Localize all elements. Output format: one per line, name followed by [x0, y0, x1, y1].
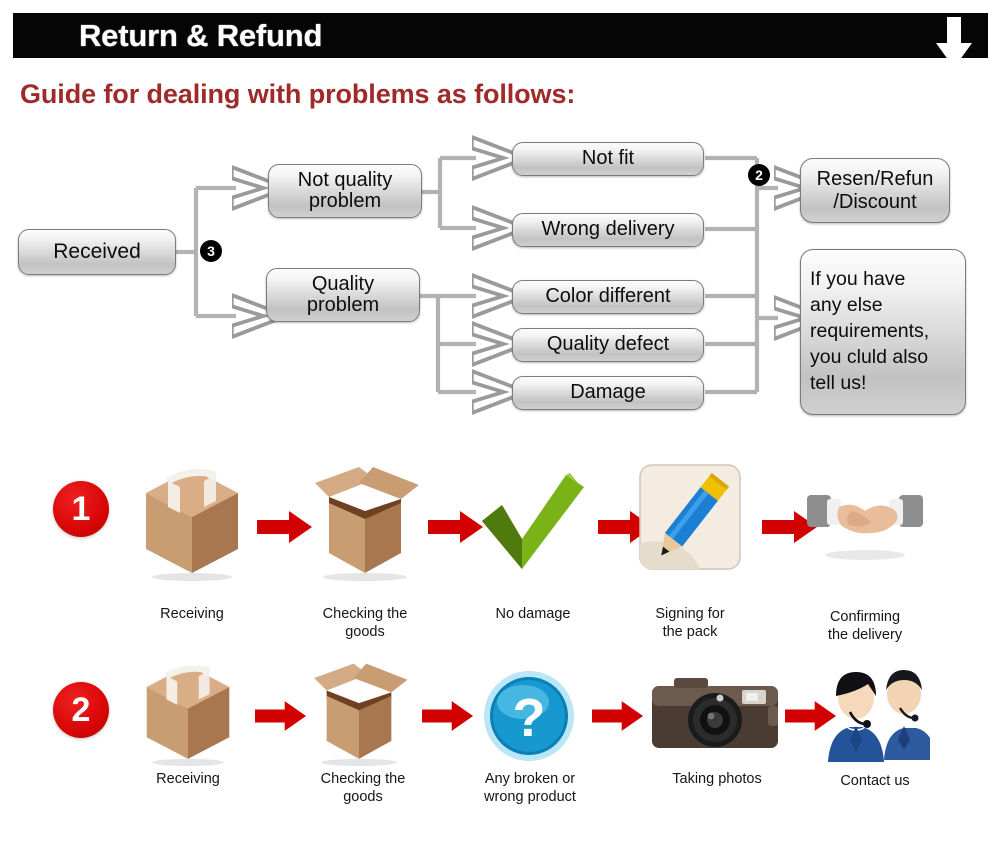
step-arrow-icon [592, 701, 644, 731]
step-2-item-1-label: Receiving [156, 771, 220, 787]
node-received-label: Received [53, 239, 141, 263]
node-quality-problem[interactable]: Quality problem [266, 268, 420, 322]
green-check-icon [482, 473, 584, 569]
step-row-2: 2 ? Receiving Checking the goods Any bro… [0, 650, 1000, 840]
step-2-item-4-label: Taking photos [672, 771, 762, 787]
step-arrow-icon [255, 701, 307, 731]
node-color-different[interactable]: Color different [512, 280, 704, 314]
step-2-item-5-label: Contact us [840, 773, 910, 789]
sealed-box-icon [146, 665, 230, 766]
node-not-fit[interactable]: Not fit [512, 142, 704, 176]
node-resend-refund-discount[interactable]: Resen/Refun /Discount [800, 158, 950, 223]
node-wrong-delivery-label: Wrong delivery [541, 218, 675, 241]
guide-heading: Guide for dealing with problems as follo… [20, 79, 576, 109]
camera-icon [652, 678, 778, 748]
badge-step-2-label: 2 [755, 167, 763, 183]
node-not-quality-problem[interactable]: Not quality problem [268, 164, 422, 218]
node-any-else-requirements[interactable]: If you have any else requirements, you c… [800, 249, 966, 415]
open-box-icon [314, 663, 408, 766]
step-1-item-5-label: Confirming the delivery [827, 609, 903, 644]
step-1-item-1-label: Receiving [160, 606, 224, 622]
question-mark-icon: ? [484, 671, 574, 761]
step-arrow-icon [422, 701, 474, 731]
step-2-number-badge: 2 [53, 682, 109, 738]
step-2-item-2-label: Checking the goods [320, 771, 406, 806]
sealed-box-icon [146, 469, 238, 581]
open-box-icon [315, 467, 419, 581]
badge-step-2: 2 [748, 164, 770, 186]
step-1-number-badge: 1 [53, 481, 109, 537]
step-1-item-4-label: Signing for the pack [655, 606, 725, 641]
header-bar: Return & Refund [13, 13, 988, 68]
node-quality-problem-label: Quality problem [306, 272, 380, 316]
node-damage[interactable]: Damage [512, 376, 704, 410]
node-quality-defect-label: Quality defect [546, 333, 670, 356]
step-arrow-icon [257, 511, 312, 543]
step-1-item-2-label: Checking the goods [322, 606, 408, 641]
step-2-item-3-label: Any broken or wrong product [484, 771, 576, 806]
node-not-quality-problem-label: Not quality problem [297, 168, 393, 212]
svg-text:?: ? [513, 688, 546, 748]
badge-step-3-label: 3 [207, 243, 215, 259]
badge-step-3: 3 [200, 240, 222, 262]
problem-flowchart: Received 3 Not quality problem Quality p… [0, 128, 1000, 428]
step-1-item-3-label: No damage [495, 606, 571, 622]
node-quality-defect[interactable]: Quality defect [512, 328, 704, 362]
step-1-number-label: 1 [71, 490, 91, 528]
node-color-different-label: Color different [545, 285, 671, 308]
node-wrong-delivery[interactable]: Wrong delivery [512, 213, 704, 247]
support-agents-icon [828, 670, 930, 762]
node-resend-refund-discount-label: Resen/Refun /Discount [816, 167, 934, 213]
node-not-fit-label: Not fit [581, 147, 635, 170]
return-refund-infographic: Return & Refund Guide for dealing with p… [0, 0, 1000, 841]
page-title: Return & Refund [79, 17, 323, 53]
down-arrow-icon [936, 17, 972, 68]
step-2-number-label: 2 [71, 691, 91, 729]
pencil-signing-icon [639, 464, 741, 570]
step-arrow-icon [428, 511, 483, 543]
step-row-1: 1 Receiving Checking the goods No damage… [0, 455, 1000, 645]
node-any-else-requirements-label: If you have any else requirements, you c… [810, 268, 930, 394]
handshake-icon [807, 495, 923, 560]
node-received[interactable]: Received [18, 229, 176, 275]
node-damage-label: Damage [570, 381, 646, 404]
